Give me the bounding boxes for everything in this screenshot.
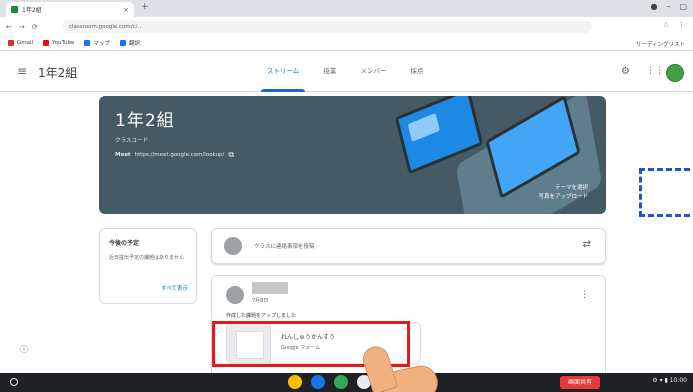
bookmark-maps[interactable]: マップ: [84, 39, 110, 47]
attachment-title: れんしゅうかんすう: [281, 334, 335, 341]
address-bar[interactable]: classroom.google.com/c/…: [62, 20, 592, 33]
bookmark-label: マップ: [93, 41, 110, 47]
class-tabs: ストリーム 授業 メンバー 採点: [255, 51, 435, 92]
minimize-button[interactable]: –: [666, 2, 670, 11]
translate-icon: [119, 40, 126, 46]
tab-close-icon[interactable]: ×: [123, 6, 129, 14]
repost-icon[interactable]: ⇄: [583, 239, 591, 250]
announcement-box[interactable]: クラスに連絡事項を投稿 ⇄: [211, 228, 606, 264]
form-attachment[interactable]: れんしゅうかんすう Google フォーム: [226, 322, 421, 364]
upload-photo-link[interactable]: 写真をアップロード: [538, 193, 588, 202]
more-options-icon[interactable]: ⋮: [580, 290, 589, 300]
upcoming-card: 今後の予定 近日提出予定の課題はありません すべて表示: [99, 228, 197, 304]
window-controls: ● – ▢: [650, 2, 687, 11]
toolbar-right: ☆ ⋮: [663, 21, 685, 29]
reading-list-button[interactable]: リーディングリスト: [636, 40, 685, 48]
classroom-header: ≡ 1年2組 ストリーム 授業 メンバー 採点 ⚙ ⋮⋮: [0, 51, 693, 92]
classroom-favicon-icon: [11, 6, 18, 13]
forward-icon[interactable]: →: [19, 23, 25, 31]
account-avatar[interactable]: [666, 64, 684, 82]
select-theme-link[interactable]: テーマを選択: [538, 184, 588, 193]
tab-stream[interactable]: ストリーム: [255, 51, 311, 92]
chromeos-shelf: 画面共有 ⚙ ▾ ▮ 10:00: [0, 373, 693, 392]
view-all-link[interactable]: すべて表示: [161, 284, 188, 292]
bookmark-label: 翻訳: [128, 41, 140, 47]
reload-icon[interactable]: ⟳: [32, 23, 38, 31]
tab-grades[interactable]: 採点: [398, 51, 435, 92]
profile-dot-icon[interactable]: ●: [650, 2, 657, 11]
bookmark-youtube[interactable]: YouTube: [43, 40, 74, 46]
bookmark-star-icon[interactable]: ☆: [663, 21, 669, 29]
meet-label: Meet: [115, 152, 131, 158]
meet-link[interactable]: https://meet.google.com/lookup/: [135, 152, 225, 158]
poster-name-redacted: [252, 282, 288, 294]
copy-link-icon[interactable]: ⧉: [228, 150, 234, 160]
browser-menu-icon[interactable]: ⋮: [678, 21, 685, 29]
tab-classwork[interactable]: 授業: [311, 51, 348, 92]
browser-tab[interactable]: 1年2組 ×: [6, 2, 134, 17]
tab-title: 1年2組: [22, 7, 42, 14]
screen-share-button[interactable]: 画面共有: [560, 376, 600, 389]
status-tray[interactable]: ⚙ ▾ ▮ 10:00: [652, 377, 687, 384]
form-thumbnail: [227, 323, 271, 363]
google-apps-icon[interactable]: ⋮⋮: [646, 66, 664, 76]
hamburger-menu-icon[interactable]: ≡: [17, 64, 27, 78]
class-code-label: クラスコード: [115, 138, 148, 144]
banner-customize: テーマを選択 写真をアップロード: [538, 184, 588, 202]
bookmark-label: Gmail: [17, 40, 34, 46]
dashed-callout-box: [639, 168, 693, 217]
tab-people[interactable]: メンバー: [348, 51, 398, 92]
attachment-subtitle: Google フォーム: [281, 345, 321, 351]
class-banner: 1年2組 クラスコード Meet https://meet.google.com…: [99, 96, 606, 214]
browser-tabstrip: 1年2組 × + ● – ▢: [0, 0, 693, 17]
meet-link-row: Meet https://meet.google.com/lookup/ ⧉: [115, 150, 234, 160]
bookmark-gmail[interactable]: Gmail: [8, 40, 33, 46]
announcement-placeholder[interactable]: クラスに連絡事項を投稿: [254, 242, 314, 250]
class-title[interactable]: 1年2組: [38, 64, 77, 81]
files-icon[interactable]: [311, 375, 325, 389]
bookmarks-bar: Gmail YouTube マップ 翻訳 リーディングリスト: [0, 36, 693, 51]
maximize-button[interactable]: ▢: [679, 2, 687, 11]
back-icon[interactable]: ←: [6, 23, 12, 31]
upcoming-title: 今後の予定: [109, 240, 140, 247]
settings-gear-icon[interactable]: ⚙: [621, 66, 630, 77]
launcher-icon[interactable]: [10, 378, 18, 386]
post-date: 7月8日: [252, 298, 269, 304]
bookmark-label: YouTube: [52, 40, 75, 46]
upcoming-text: 近日提出予定の課題はありません: [109, 255, 184, 261]
user-avatar: [224, 237, 242, 255]
attachment-info: れんしゅうかんすう Google フォーム: [271, 323, 345, 363]
url-text: classroom.google.com/c/…: [69, 23, 143, 30]
bookmark-translate[interactable]: 翻訳: [119, 39, 140, 47]
stream-post: 7月8日 ⋮ 作成した課題をアップしました れんしゅうかんすう Google フ…: [211, 275, 606, 380]
banner-class-title: 1年2組: [115, 111, 175, 131]
classroom-icon[interactable]: [334, 375, 348, 389]
youtube-icon: [43, 40, 50, 46]
poster-avatar: [226, 286, 244, 304]
new-tab-button[interactable]: +: [141, 2, 149, 12]
maps-icon: [84, 40, 91, 46]
help-icon[interactable]: ⓘ: [20, 344, 28, 355]
chrome-icon[interactable]: [288, 375, 302, 389]
post-body: 作成した課題をアップしました: [226, 313, 297, 319]
gmail-icon: [8, 40, 14, 46]
